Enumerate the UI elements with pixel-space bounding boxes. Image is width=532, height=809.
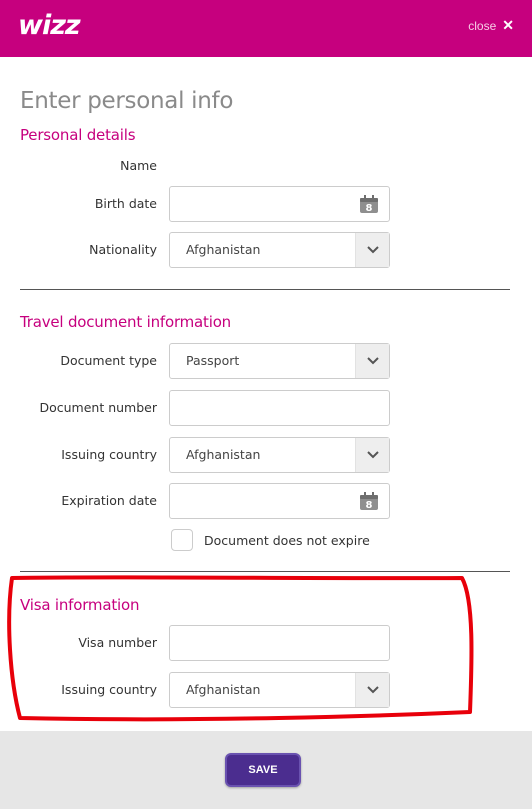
page-title: Enter personal info: [20, 88, 234, 114]
document-number-input[interactable]: [169, 390, 390, 426]
does-not-expire-label[interactable]: Document does not expire: [204, 533, 370, 548]
personal-details-heading: Personal details: [20, 126, 136, 144]
nationality-select[interactable]: Afghanistan: [169, 232, 390, 268]
birth-date-label: Birth date: [94, 196, 157, 211]
calendar-icon[interactable]: 8: [359, 195, 379, 214]
name-row: Name: [0, 148, 532, 184]
birth-date-field[interactable]: 8: [169, 186, 390, 222]
expiration-date-field[interactable]: 8: [169, 483, 390, 519]
visa-number-input[interactable]: [169, 625, 390, 661]
issuing-country-select[interactable]: Afghanistan: [169, 437, 390, 473]
visa-issuing-country-label: Issuing country: [61, 682, 157, 697]
document-type-select[interactable]: Passport: [169, 343, 390, 379]
nationality-label: Nationality: [89, 242, 157, 257]
birth-date-row: Birth date 8: [0, 186, 532, 222]
modal-footer: SAVE: [0, 731, 532, 809]
document-number-row: Document number: [0, 390, 532, 426]
save-button[interactable]: SAVE: [225, 753, 301, 787]
app-header: wizz close ✕: [0, 0, 532, 57]
name-label: Name: [120, 158, 157, 173]
chevron-down-icon: [355, 344, 389, 378]
chevron-down-icon: [355, 673, 389, 707]
chevron-down-icon: [355, 438, 389, 472]
close-label: close: [468, 18, 497, 33]
visa-number-label: Visa number: [78, 635, 157, 650]
issuing-country-label: Issuing country: [61, 447, 157, 462]
visa-number-row: Visa number: [0, 625, 532, 661]
section-divider: [20, 289, 510, 290]
svg-text:8: 8: [366, 203, 373, 214]
visa-issuing-country-row: Issuing country Afghanistan: [0, 672, 532, 708]
visa-issuing-country-select[interactable]: Afghanistan: [169, 672, 390, 708]
expiration-date-row: Expiration date 8: [0, 483, 532, 519]
issuing-country-row: Issuing country Afghanistan: [0, 437, 532, 473]
document-type-value: Passport: [186, 353, 240, 368]
close-button[interactable]: close ✕: [468, 17, 514, 34]
nationality-row: Nationality Afghanistan: [0, 232, 532, 268]
expiration-date-label: Expiration date: [61, 493, 157, 508]
document-type-label: Document type: [60, 353, 157, 368]
wizz-logo: wizz: [18, 10, 81, 41]
close-icon: ✕: [502, 17, 514, 33]
document-number-label: Document number: [39, 400, 157, 415]
calendar-icon[interactable]: 8: [359, 492, 379, 511]
visa-issuing-country-value: Afghanistan: [186, 682, 261, 697]
document-type-row: Document type Passport: [0, 343, 532, 379]
travel-document-heading: Travel document information: [20, 313, 231, 331]
nationality-value: Afghanistan: [186, 242, 261, 257]
visa-information-heading: Visa information: [20, 596, 140, 614]
chevron-down-icon: [355, 233, 389, 267]
issuing-country-value: Afghanistan: [186, 447, 261, 462]
section-divider: [20, 571, 510, 572]
does-not-expire-row: Document does not expire: [171, 529, 370, 551]
svg-text:8: 8: [366, 500, 373, 511]
does-not-expire-checkbox[interactable]: [171, 529, 193, 551]
